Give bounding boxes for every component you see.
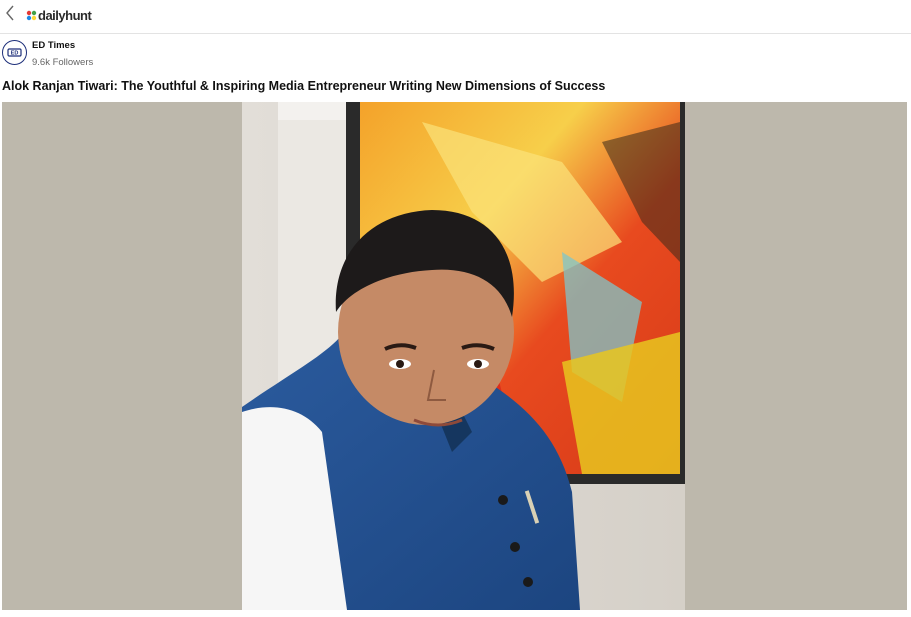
publisher-avatar[interactable]: ED [2,40,27,65]
top-bar: dailyhunt [0,0,911,34]
logo-text: dailyhunt [38,7,92,23]
article-hero-image [2,102,907,610]
portrait-photo [2,102,907,610]
back-button[interactable] [3,3,19,23]
back-chevron-icon [6,5,14,21]
publisher-followers: 9.6k Followers [32,57,94,68]
publisher-name[interactable]: ED Times [32,40,75,51]
ed-times-logo-icon: ED [7,48,22,57]
logo-mark-icon [26,10,37,20]
article-title: Alok Ranjan Tiwari: The Youthful & Inspi… [2,79,606,93]
avatar-text: ED [11,51,19,57]
dailyhunt-logo[interactable]: dailyhunt [26,6,92,24]
